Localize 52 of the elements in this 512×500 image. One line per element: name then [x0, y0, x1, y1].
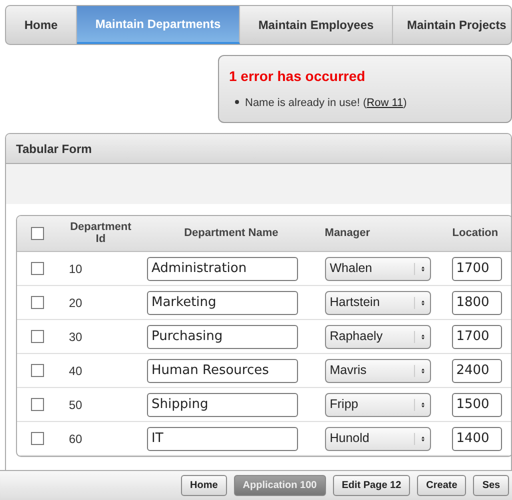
row-checkbox[interactable] [31, 262, 44, 275]
table-cell: 60 [68, 432, 82, 446]
manager-select[interactable]: Whalen [324, 256, 431, 280]
column-header[interactable]: Department Id [68, 222, 133, 246]
nav-tab[interactable]: Maintain Employees [240, 6, 393, 44]
spinner-icon [414, 262, 426, 274]
spinner-icon [414, 398, 426, 410]
row-checkbox[interactable] [31, 330, 44, 343]
toolbar-button[interactable]: Create [417, 475, 466, 496]
location-field[interactable]: 1800 [452, 290, 502, 314]
manager-select[interactable]: Mavris [324, 358, 431, 382]
table-cell: 30 [68, 330, 82, 344]
error-title: 1 error has occurred [229, 67, 366, 86]
table-cell: 20 [68, 296, 82, 310]
row-checkbox[interactable] [31, 432, 44, 445]
column-header[interactable]: Department Name [184, 227, 278, 240]
toolbar-button[interactable]: Home [181, 475, 227, 496]
region-title: Tabular Form [6, 134, 511, 164]
manager-select[interactable]: Hunold [324, 426, 431, 450]
table-cell: 40 [68, 364, 82, 378]
name-field[interactable]: Administration [147, 256, 298, 280]
spinner-icon [414, 330, 426, 342]
row-checkbox[interactable] [31, 398, 44, 411]
column-header[interactable]: Location [452, 227, 498, 240]
manager-select[interactable]: Hartstein [324, 290, 431, 314]
table-cell: 10 [68, 262, 82, 276]
spinner-icon [414, 432, 426, 444]
select-all-checkbox[interactable] [31, 227, 44, 240]
row-link[interactable]: Row 11 [366, 97, 404, 109]
location-field[interactable]: 1500 [452, 392, 502, 416]
error-message: Name is already in use! (Row 11) [229, 95, 501, 112]
bullet-icon [235, 100, 239, 104]
spinner-icon [414, 364, 426, 376]
location-field[interactable]: 2400 [452, 358, 502, 382]
spinner-icon [414, 296, 426, 308]
table-cell: 50 [68, 398, 82, 412]
nav-tab[interactable]: Maintain Projects [393, 6, 511, 44]
row-checkbox[interactable] [31, 296, 44, 309]
location-field[interactable]: 1400 [452, 426, 502, 450]
location-field[interactable]: 1700 [452, 256, 502, 280]
name-field[interactable]: Human Resources [147, 358, 298, 382]
name-field[interactable]: IT [147, 426, 298, 450]
name-field[interactable]: Shipping [147, 392, 298, 416]
toolbar-button[interactable]: Ses [473, 475, 510, 496]
manager-select[interactable]: Fripp [324, 392, 431, 416]
name-field[interactable]: Purchasing [147, 324, 298, 348]
row-checkbox[interactable] [31, 364, 44, 377]
location-field[interactable]: 1700 [452, 324, 502, 348]
column-header[interactable]: Manager [324, 227, 370, 240]
toolbar-button[interactable]: Edit Page 12 [332, 475, 410, 496]
manager-select[interactable]: Raphaely [324, 324, 431, 348]
name-field[interactable]: Marketing [147, 290, 298, 314]
